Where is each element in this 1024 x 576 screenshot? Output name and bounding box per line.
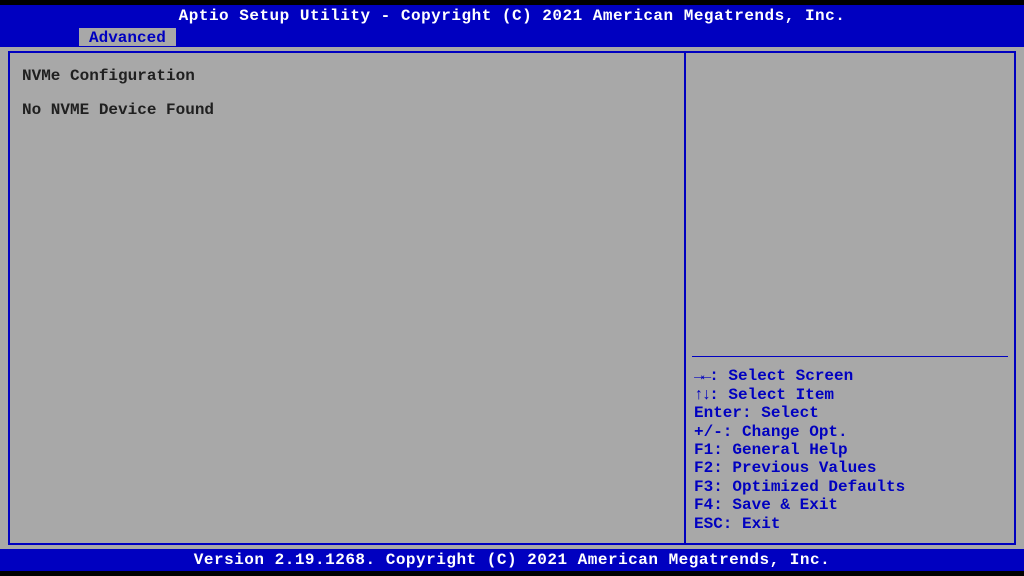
help-select-screen: →←: Select Screen — [694, 367, 1006, 385]
help-f2: F2: Previous Values — [694, 459, 1006, 477]
title-text: Aptio Setup Utility - Copyright (C) 2021… — [179, 7, 846, 25]
tab-row: Advanced — [0, 27, 1024, 47]
help-change: +/-: Change Opt. — [694, 423, 1006, 441]
tab-label: Advanced — [89, 29, 166, 47]
key-legend: →←: Select Screen ↑↓: Select Item Enter:… — [686, 357, 1014, 543]
help-esc: ESC: Exit — [694, 515, 1006, 533]
content-panel: NVMe Configuration No NVME Device Found — [8, 51, 686, 545]
left-right-arrows-icon: →← — [694, 367, 709, 385]
help-select-screen-label: : Select Screen — [709, 367, 853, 385]
main-area: NVMe Configuration No NVME Device Found … — [0, 47, 1024, 549]
up-down-arrows-icon: ↑↓ — [694, 386, 709, 404]
help-description — [686, 53, 1014, 356]
help-select-item: ↑↓: Select Item — [694, 386, 1006, 404]
help-f3: F3: Optimized Defaults — [694, 478, 1006, 496]
title-bar: Aptio Setup Utility - Copyright (C) 2021… — [0, 5, 1024, 27]
version-bar: Version 2.19.1268. Copyright (C) 2021 Am… — [0, 549, 1024, 571]
help-panel: →←: Select Screen ↑↓: Select Item Enter:… — [686, 51, 1016, 545]
bottom-letterbox — [0, 571, 1024, 576]
version-text: Version 2.19.1268. Copyright (C) 2021 Am… — [194, 551, 830, 569]
status-message: No NVME Device Found — [22, 101, 672, 119]
bios-screen: Aptio Setup Utility - Copyright (C) 2021… — [0, 0, 1024, 576]
help-enter: Enter: Select — [694, 404, 1006, 422]
help-select-item-label: : Select Item — [709, 386, 834, 404]
tab-advanced[interactable]: Advanced — [78, 27, 177, 47]
help-f4: F4: Save & Exit — [694, 496, 1006, 514]
help-f1: F1: General Help — [694, 441, 1006, 459]
page-heading: NVMe Configuration — [22, 67, 672, 85]
